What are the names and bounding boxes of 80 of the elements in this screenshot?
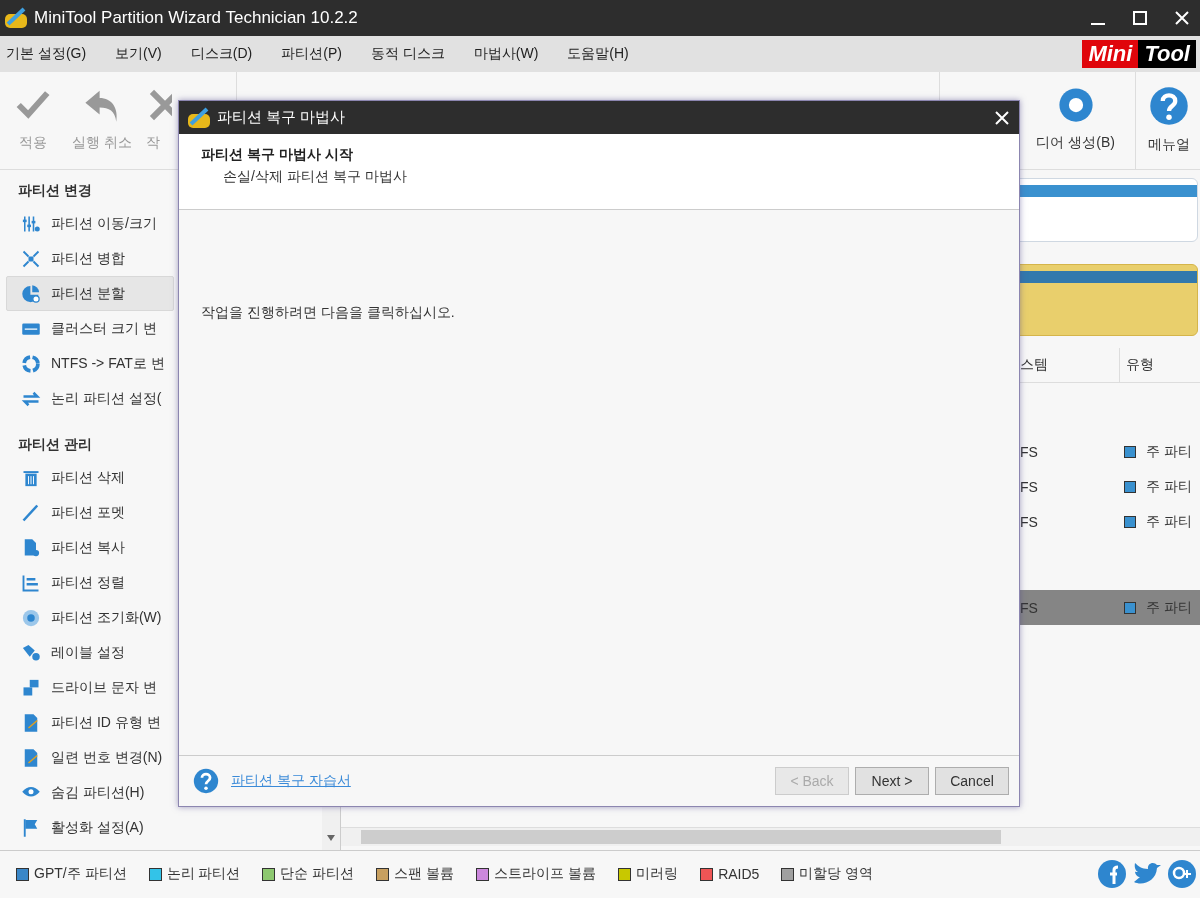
legend-label: 스트라이프 볼륨 [494,865,597,883]
wizard-logo-icon [187,105,211,130]
legend-label: 논리 파티션 [166,865,241,883]
legend-label: 스팬 볼륨 [394,865,455,883]
pie-chart-icon [21,283,41,304]
table-cell: 주 파티 [1146,512,1192,531]
pen-icon [21,502,41,523]
brand-logo: Mini Tool [1082,40,1196,68]
section-heading: 파티션 변경 [17,181,93,200]
table-cell-text: FS [1020,442,1039,462]
menu-item[interactable]: 동적 디스크 [364,45,456,63]
sidebar-item[interactable]: 활성화 설정(A) [6,810,174,845]
table-cell-text: FS [1020,477,1039,497]
close-icon [1174,10,1190,26]
table-row[interactable]: FS 주 파티 [1019,469,1200,504]
minimize-icon [1091,23,1105,25]
sidebar-item[interactable]: 파티션 이동/크기 [6,206,174,241]
disc-icon [1056,86,1095,124]
menu-item[interactable]: 디스크(D) [184,45,264,63]
instruction-text: 작업을 진행하려면 다음을 클릭하십시오. [201,304,455,320]
menu-item[interactable]: 파티션(P) [275,45,353,63]
legend-label: RAID5 [718,866,760,882]
legend-label: GPT/주 파티션 [34,865,127,883]
table-cell: 주 파티 [1146,442,1192,461]
facebook-icon[interactable] [1098,860,1126,888]
sidebar-item[interactable]: 파티션 복사 [6,530,174,565]
sidebar-item[interactable]: 논리 파티션 설정( [6,381,174,416]
table-cell-text: FS [1020,598,1039,618]
toolbar-button[interactable]: 메뉴얼 [1135,72,1196,169]
toolbar-button[interactable]: 디어 생성(B) [1030,72,1121,169]
maximize-icon [1132,10,1148,26]
drive-icon [21,677,41,698]
menu-item[interactable]: 도움말(H) [561,45,640,63]
menu-item[interactable]: 보기(V) [109,45,173,63]
table-row[interactable]: FS 주 파티 [1019,504,1200,539]
sidebar-item[interactable]: 파티션 ID 유형 변 [6,705,174,740]
menu-item[interactable]: 마법사(W) [467,45,550,63]
wizard-logo-icon [4,6,28,30]
dialog-title: 파티션 복구 마법사 [217,108,347,127]
wizard-subheading: 손실/삭제 파티션 복구 마법사 [223,168,407,186]
column-header[interactable]: 유형 [1120,348,1200,383]
legend-label: 미러링 [636,865,679,883]
sidebar-item[interactable]: 숨김 파티션(H) [6,775,174,810]
recycle-icon [21,353,41,374]
legend-label: 미할당 영역 [799,865,874,883]
section-heading: 파티션 관리 [17,435,93,454]
google-plus-icon[interactable] [1168,860,1196,888]
table-row[interactable]: FS 주 파티 [1019,590,1200,625]
sidebar-item[interactable]: 파티션 분할 [6,276,174,311]
menu-item[interactable]: 기본 설정(G) [0,45,98,63]
sidebar-item[interactable]: 파티션 병합 [6,241,174,276]
merge-icon [21,248,41,269]
horizontal-scrollbar[interactable] [341,827,1200,846]
close-icon [995,110,1009,125]
sidebar-item[interactable]: 드라이브 문자 변 [6,670,174,705]
sidebar-item[interactable]: 파티션 정렬 [6,565,174,600]
scroll-down-icon[interactable] [326,834,336,842]
partition-type-icon [1124,515,1136,528]
table-row[interactable]: FS 주 파티 [1019,434,1200,469]
partition-type-icon [1124,480,1136,493]
sidebar-item[interactable]: 파티션 포멧 [6,495,174,530]
window-title: MiniTool Partition Wizard Technician 10.2.2 [34,8,359,28]
help-icon [1149,86,1189,126]
sidebar-item[interactable]: 파티션 조기화(W) [6,600,174,635]
partition-type-icon [1124,601,1136,614]
wizard-heading: 파티션 복구 마법사 시작 [201,146,353,164]
sidebar-item[interactable]: 레이블 설정 [6,635,174,670]
sidebar-item[interactable]: 클러스터 크기 변 [6,311,174,346]
wizard-button[interactable]: Cancel [935,767,1009,795]
sidebar-item[interactable]: NTFS -> FAT로 변 [6,346,174,381]
table-cell: 주 파티 [1146,477,1192,496]
help-icon [193,768,219,794]
sidebar-item[interactable]: 일련 번호 변경(N) [6,740,174,775]
partition-type-icon [1124,445,1136,458]
legend-label: 단순 파티션 [280,865,355,883]
tag-icon [21,642,41,663]
wizard-button[interactable]: Next > [855,767,929,795]
sidebar-item[interactable]: 파티션 삭제 [6,460,174,495]
table-cell: 주 파티 [1146,598,1192,617]
table-cell-text: FS [1020,512,1039,532]
